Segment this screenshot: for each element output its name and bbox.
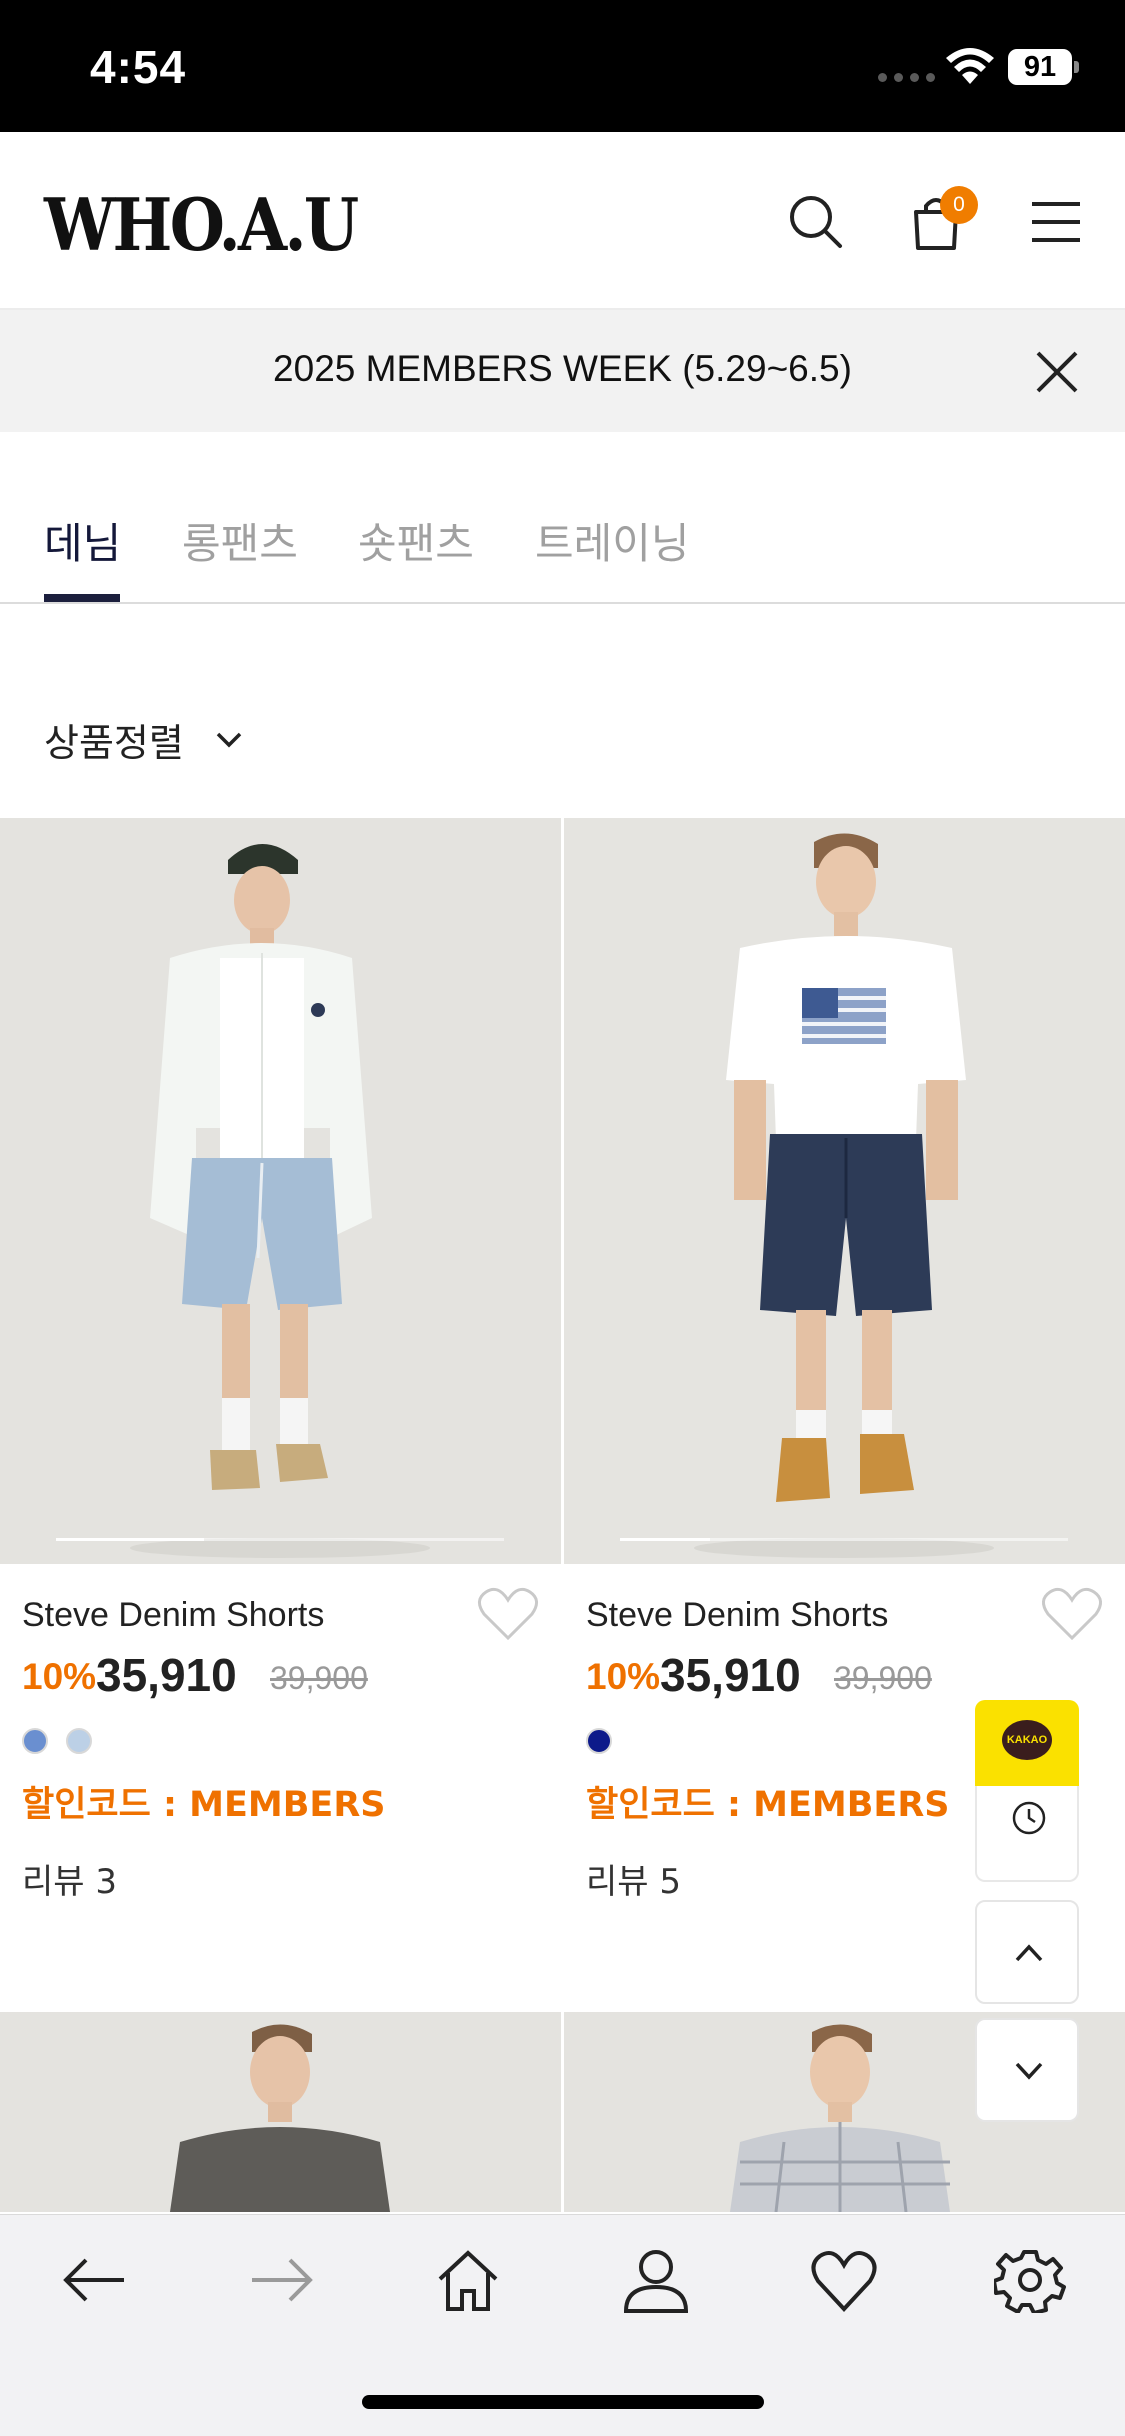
notice-banner[interactable]: 2025 MEMBERS WEEK (5.29~6.5)	[0, 310, 1125, 432]
notice-text[interactable]: 2025 MEMBERS WEEK (5.29~6.5)	[0, 348, 1125, 390]
product-image[interactable]	[0, 2012, 561, 2212]
image-slide-progress	[620, 1538, 1068, 1541]
original-price: 39,900	[834, 1660, 932, 1696]
settings-gear-icon[interactable]	[994, 2247, 1066, 2313]
discount-code: 할인코드 : MEMBERS	[586, 1785, 950, 1825]
battery-icon: 91	[1008, 49, 1080, 85]
product-card[interactable]: Steve Denim Shorts 10% 35,910 39,900 할인코…	[0, 818, 561, 1902]
tab-long-pants[interactable]: 롱팬츠	[182, 510, 298, 571]
image-slide-progress	[56, 1538, 504, 1541]
brand-logo[interactable]: WHO.A.U	[44, 182, 359, 267]
sale-price: 35,910	[660, 1649, 801, 1701]
close-icon[interactable]	[1030, 345, 1084, 399]
heart-icon[interactable]	[476, 1586, 540, 1642]
heart-icon[interactable]	[1040, 1586, 1104, 1642]
heart-icon[interactable]	[808, 2247, 880, 2313]
review-count: 리뷰 5	[586, 1862, 681, 1902]
status-time: 4:54	[90, 41, 187, 93]
product-info: Steve Denim Shorts 10% 35,910 39,900 할인코…	[0, 1564, 561, 1902]
chevron-down-icon	[1015, 2062, 1043, 2080]
back-arrow-icon[interactable]	[58, 2247, 130, 2313]
search-icon[interactable]	[784, 190, 848, 254]
site-header: WHO.A.U 0	[0, 132, 1125, 310]
review-count: 리뷰 3	[22, 1862, 117, 1902]
product-name[interactable]: Steve Denim Shorts	[22, 1596, 324, 1635]
model-photo	[0, 818, 561, 1564]
sale-price: 35,910	[96, 1649, 237, 1701]
home-indicator	[362, 2395, 764, 2409]
model-photo	[564, 818, 1125, 1564]
kakao-icon: KAKAO	[1002, 1720, 1052, 1760]
category-tabs: 데님 롱팬츠 숏팬츠 트레이닝	[0, 432, 1125, 604]
sort-dropdown[interactable]: 상품정렬	[44, 712, 244, 767]
cellular-signal-icon	[878, 73, 935, 82]
scroll-top-button[interactable]	[975, 1900, 1079, 2004]
color-swatches	[586, 1728, 612, 1754]
discount-rate: 10%	[586, 1656, 661, 1697]
status-bar: 4:54 91	[0, 0, 1125, 132]
tab-short-pants[interactable]: 숏팬츠	[358, 510, 474, 571]
wifi-icon	[946, 48, 994, 84]
color-swatch	[586, 1728, 612, 1754]
color-swatch	[22, 1728, 48, 1754]
original-price: 39,900	[270, 1660, 368, 1696]
user-icon[interactable]	[620, 2247, 692, 2313]
cart-button[interactable]: 0	[904, 186, 978, 254]
tab-denim[interactable]: 데님	[44, 510, 121, 571]
hamburger-menu-icon[interactable]	[1024, 190, 1088, 254]
discount-code: 할인코드 : MEMBERS	[22, 1785, 386, 1825]
product-name[interactable]: Steve Denim Shorts	[586, 1596, 888, 1635]
cart-count-badge: 0	[940, 186, 978, 224]
kakao-chat-button[interactable]: KAKAO	[975, 1700, 1079, 1786]
scroll-bottom-button[interactable]	[975, 2018, 1079, 2122]
home-icon[interactable]	[432, 2247, 504, 2313]
chevron-down-icon	[216, 732, 242, 747]
tab-training[interactable]: 트레이닝	[535, 510, 690, 571]
battery-level: 91	[1008, 49, 1072, 85]
discount-rate: 10%	[22, 1656, 97, 1697]
forward-arrow-icon[interactable]	[246, 2247, 318, 2313]
product-image[interactable]	[564, 818, 1125, 1564]
model-photo	[0, 2012, 561, 2212]
clock-icon	[1012, 1801, 1046, 1835]
sort-label: 상품정렬	[44, 721, 184, 765]
color-swatch	[66, 1728, 92, 1754]
chevron-up-icon	[1015, 1944, 1043, 1962]
product-card[interactable]: Steve Denim Shorts 10% 35,910 39,900 할인코…	[564, 818, 1125, 1902]
product-image[interactable]	[0, 818, 561, 1564]
recent-viewed-button[interactable]	[975, 1786, 1079, 1882]
color-swatches	[22, 1728, 92, 1754]
active-tab-indicator	[44, 594, 120, 602]
